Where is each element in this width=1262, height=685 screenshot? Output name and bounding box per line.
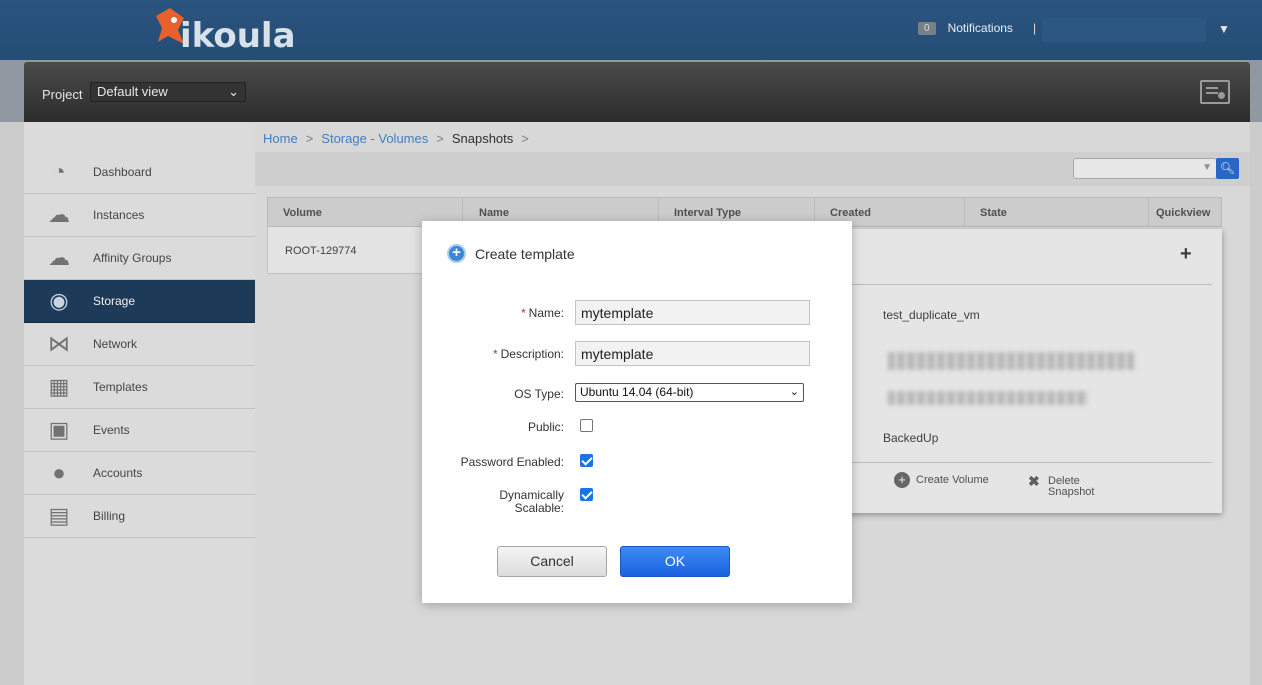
notifications-label[interactable]: Notifications	[948, 21, 1013, 35]
user-menu[interactable]	[1042, 18, 1206, 42]
project-label: Project	[42, 87, 83, 102]
os-type-label: OS Type:	[514, 387, 564, 401]
dialog-title: + Create template	[447, 244, 575, 263]
required-mark: *	[520, 306, 526, 320]
os-type-value: Ubuntu 14.04 (64-bit)	[580, 385, 694, 399]
public-label: Public:	[527, 420, 564, 434]
project-select[interactable]: Default view ⌄	[90, 82, 246, 102]
user-menu-caret-icon[interactable]: ▼	[1218, 22, 1230, 36]
chevron-down-icon: ⌄	[789, 386, 799, 398]
chevron-down-icon: ⌄	[228, 84, 239, 99]
project-bar: Project Default view ⌄	[24, 62, 1250, 122]
logo-text: ikoula	[180, 16, 296, 56]
name-input[interactable]	[575, 300, 810, 325]
os-type-select[interactable]: Ubuntu 14.04 (64-bit) ⌄	[575, 383, 804, 402]
certificate-icon[interactable]	[1200, 80, 1230, 104]
add-circle-icon: +	[447, 244, 466, 263]
dynamically-scalable-label-line1: Dynamically	[499, 488, 564, 502]
create-template-dialog: + Create template *Name: *Description: O…	[422, 221, 852, 603]
description-input[interactable]	[575, 341, 810, 366]
dynamically-scalable-label: Dynamically Scalable:	[499, 489, 564, 515]
header-separator: |	[1032, 21, 1037, 35]
name-label: * Name:	[521, 306, 564, 320]
ok-button[interactable]: OK	[620, 546, 730, 577]
ikoula-logo[interactable]: ikoula	[150, 6, 296, 56]
name-label-text: Name:	[528, 306, 564, 320]
password-enabled-label: Password Enabled:	[460, 455, 564, 469]
description-label: * Description:	[493, 347, 564, 361]
dynamically-scalable-label-line2: Scalable:	[514, 501, 564, 515]
cancel-button[interactable]: Cancel	[497, 546, 607, 577]
project-select-value: Default view	[97, 84, 168, 99]
public-checkbox[interactable]	[580, 419, 593, 432]
password-enabled-checkbox[interactable]	[580, 454, 593, 467]
notifications-count-badge: 0	[918, 21, 936, 35]
dialog-title-text: Create template	[475, 245, 575, 262]
description-label-text: Description:	[500, 347, 564, 361]
notifications[interactable]: 0 Notifications |	[918, 21, 1036, 35]
dynamically-scalable-checkbox[interactable]	[580, 488, 593, 501]
required-mark: *	[492, 347, 498, 361]
